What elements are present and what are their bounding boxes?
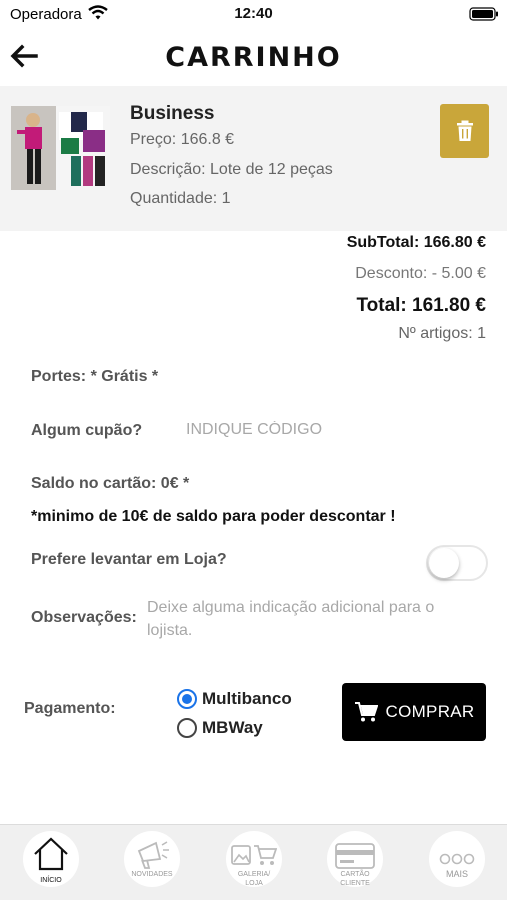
balance-note: *minimo de 10€ de saldo para poder desco… [31, 508, 396, 525]
notes-label: Observações: [31, 609, 137, 626]
product-quantity: Quantidade: 1 [130, 190, 231, 207]
home-icon [34, 837, 68, 871]
product-price: Preço: 166.8 € [130, 131, 235, 148]
total: Total: 161.80 € [356, 295, 486, 316]
trash-icon [456, 120, 473, 141]
tab-novidades[interactable]: NOVIDADES [124, 831, 180, 887]
payment-option-mbway[interactable]: MBWay [177, 718, 263, 738]
buy-button-label: COMPRAR [385, 702, 475, 721]
tab-label-line2: LOJA [245, 880, 263, 887]
product-image[interactable] [11, 106, 110, 190]
tab-label: CARTÃO [340, 871, 370, 878]
megaphone-icon [137, 841, 169, 869]
clock: 12:40 [234, 5, 273, 22]
card-balance-label: Saldo no cartão: 0€ * [31, 475, 190, 492]
radio-unselected-icon [177, 718, 197, 738]
tab-label: GALERIA/ [237, 871, 271, 878]
status-bar: Operadora 12:40 [0, 0, 507, 28]
page-title: CARRINHO [165, 42, 342, 73]
app-header: CARRINHO [0, 30, 507, 86]
pickup-label: Prefere levantar em Loja? [31, 551, 227, 568]
cart-item: Business Preço: 166.8 € Descrição: Lote … [0, 86, 507, 231]
payment-option-label: MBWay [202, 718, 263, 737]
discount: Desconto: - 5.00 € [355, 265, 486, 282]
notes-input[interactable] [147, 596, 477, 646]
battery-icon [469, 7, 499, 26]
items-count: Nº artigos: 1 [398, 325, 486, 342]
tab-label-line2: CLIENTE [340, 880, 370, 887]
subtotal: SubTotal: 166.80 € [346, 234, 486, 251]
delete-item-button[interactable] [440, 104, 489, 158]
tab-label: NOVIDADES [131, 871, 173, 878]
product-name: Business [130, 103, 215, 124]
bottom-tab-bar: INÍCIO NOVIDADES GALERIA/ LOJA CARTÃO CL… [0, 824, 507, 900]
buy-button[interactable]: COMPRAR [342, 683, 486, 741]
more-dots-icon [439, 853, 475, 865]
gallery-cart-icon [231, 845, 277, 865]
card-icon [335, 843, 375, 869]
tab-label: INÍCIO [40, 877, 62, 884]
tab-galeria-loja[interactable]: GALERIA/ LOJA [226, 831, 282, 887]
pickup-toggle[interactable] [426, 545, 488, 581]
payment-option-multibanco[interactable]: Multibanco [177, 689, 292, 709]
shopping-cart-icon [354, 702, 378, 722]
shipping-label: Portes: * Grátis * [31, 368, 159, 385]
coupon-label: Algum cupão? [31, 422, 143, 439]
radio-selected-icon [177, 689, 197, 709]
coupon-input[interactable] [186, 418, 386, 442]
payment-label: Pagamento: [24, 700, 116, 717]
tab-inicio[interactable]: INÍCIO [23, 831, 79, 887]
product-description: Descrição: Lote de 12 peças [130, 161, 333, 178]
tab-mais[interactable]: MAIS [429, 831, 485, 887]
toggle-knob [429, 548, 459, 578]
payment-option-label: Multibanco [202, 689, 292, 708]
tab-cartao-cliente[interactable]: CARTÃO CLIENTE [327, 831, 383, 887]
tab-label: MAIS [445, 869, 468, 879]
